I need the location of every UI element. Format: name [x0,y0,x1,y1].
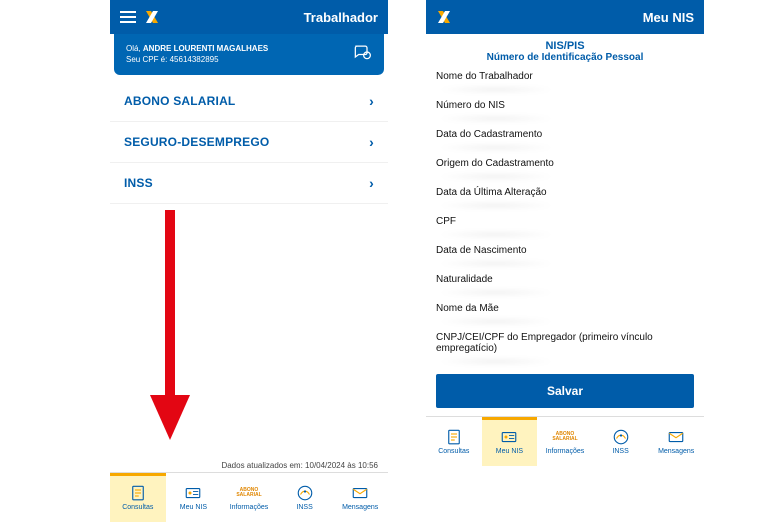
user-name: ANDRE LOURENTI MAGALHAES [143,44,268,53]
field-label: Data da Última Alteração [436,187,694,198]
phone-screen-meu-nis: Meu NIS NIS/PIS Número de Identificação … [426,0,704,522]
menu-item-abono[interactable]: ABONO SALARIAL › [110,81,388,122]
nis-header-line1: NIS/PIS [430,40,700,52]
redacted-value [436,143,556,152]
cpf-label: Seu CPF é: [126,55,167,64]
redacted-value [436,259,556,268]
tab-label: Mensagens [342,504,378,511]
cpf-value: 45614382895 [170,55,219,64]
mail-icon [666,428,686,446]
nis-field: Número do NIS [436,96,694,125]
doc-icon [444,428,464,446]
redacted-value [436,357,556,366]
nis-field: Data de Nascimento [436,241,694,270]
field-label: Naturalidade [436,274,694,285]
tab-label: Informações [546,448,585,455]
redacted-value [436,288,556,297]
menu-item-label: ABONO SALARIAL [124,94,235,108]
user-greeting-prefix: Olá, [126,44,141,53]
redacted-value [436,114,556,123]
bottom-tabbar: Consultas Meu NIS ABONOSALARIAL Informações… [426,416,704,466]
nis-field: Naturalidade [436,270,694,299]
nis-header: NIS/PIS Número de Identificação Pessoal [426,34,704,67]
nis-fields: Nome do Trabalhador Número do NIS Data do … [426,67,704,368]
main-menu: ABONO SALARIAL › SEGURO-DESEMPREGO › INS… [110,81,388,204]
menu-item-inss[interactable]: INSS › [110,163,388,204]
abono-icon: ABONOSALARIAL [555,428,575,446]
spacer [110,204,388,457]
tab-consultas[interactable]: Consultas [110,473,166,522]
field-label: Nome do Trabalhador [436,71,694,82]
tab-informações[interactable]: ABONOSALARIAL Informações [221,473,277,522]
nis-field: Nome do Trabalhador [436,67,694,96]
field-label: CNPJ/CEI/CPF do Empregador (primeiro vín… [436,332,694,354]
mail-icon [350,484,370,502]
tab-label: INSS [612,448,628,455]
tab-meu-nis[interactable]: Meu NIS [482,417,538,466]
doc-icon [128,484,148,502]
field-label: Número do NIS [436,100,694,111]
tab-label: Meu NIS [180,504,207,511]
tab-informações[interactable]: ABONOSALARIAL Informações [537,417,593,466]
chevron-right-icon: › [369,93,374,109]
chevron-right-icon: › [369,134,374,150]
chat-icon[interactable] [352,42,372,67]
save-button-label: Salvar [547,384,583,398]
nis-header-line2: Número de Identificação Pessoal [430,52,700,63]
tab-inss[interactable]: INSS [593,417,649,466]
tab-mensagens[interactable]: Mensagens [648,417,704,466]
field-label: Origem do Cadastramento [436,158,694,169]
nis-field: Origem do Cadastramento [436,154,694,183]
redacted-value [436,172,556,181]
redacted-value [436,230,556,239]
topbar-left [436,9,452,25]
tab-label: Mensagens [658,448,694,455]
menu-icon[interactable] [120,11,136,23]
tab-mensagens[interactable]: Mensagens [332,473,388,522]
topbar-title: Meu NIS [643,10,694,25]
menu-item-label: INSS [124,176,153,190]
card-icon [183,484,203,502]
nis-field: Data do Cadastramento [436,125,694,154]
user-info-text: Olá, ANDRE LOURENTI MAGALHAES Seu CPF é:… [126,44,268,66]
field-label: Data do Cadastramento [436,129,694,140]
menu-item-label: SEGURO-DESEMPREGO [124,135,269,149]
nis-field: Nome da Mãe [436,299,694,328]
caixa-logo-icon [436,9,452,25]
nis-field: Data da Última Alteração [436,183,694,212]
nis-field: CNPJ/CEI/CPF do Empregador (primeiro vín… [436,328,694,368]
nis-field: CPF [436,212,694,241]
inss-icon [295,484,315,502]
tab-meu-nis[interactable]: Meu NIS [166,473,222,522]
chevron-right-icon: › [369,175,374,191]
redacted-value [436,85,556,94]
tab-label: Consultas [438,448,469,455]
tab-label: Informações [230,504,269,511]
field-label: CPF [436,216,694,227]
field-label: Nome da Mãe [436,303,694,314]
tab-label: INSS [296,504,312,511]
tab-inss[interactable]: INSS [277,473,333,522]
field-label: Data de Nascimento [436,245,694,256]
topbar: Trabalhador [110,0,388,34]
abono-icon: ABONOSALARIAL [239,484,259,502]
topbar-title: Trabalhador [304,10,378,25]
last-update-text: Dados atualizados em: 10/04/2024 às 10:5… [110,457,388,472]
redacted-value [436,317,556,326]
caixa-logo-icon [144,9,160,25]
bottom-tabbar: Consultas Meu NIS ABONOSALARIAL Informações… [110,472,388,522]
tab-label: Meu NIS [496,448,523,455]
topbar: Meu NIS [426,0,704,34]
card-icon [499,428,519,446]
user-info-card: Olá, ANDRE LOURENTI MAGALHAES Seu CPF é:… [114,34,384,75]
topbar-left [120,9,160,25]
save-button[interactable]: Salvar [436,374,694,408]
tab-label: Consultas [122,504,153,511]
menu-item-seguro[interactable]: SEGURO-DESEMPREGO › [110,122,388,163]
inss-icon [611,428,631,446]
redacted-value [436,201,556,210]
phone-screen-trabalhador: Trabalhador Olá, ANDRE LOURENTI MAGALHAE… [110,0,388,522]
tab-consultas[interactable]: Consultas [426,417,482,466]
